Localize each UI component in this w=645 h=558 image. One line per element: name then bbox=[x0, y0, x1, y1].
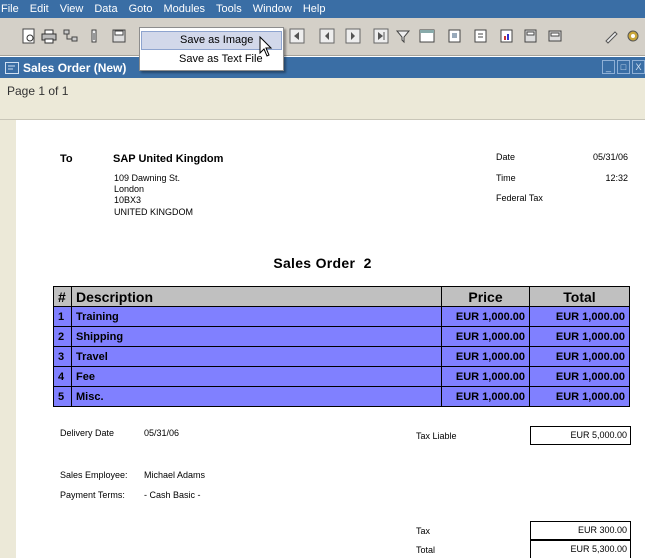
row-price: EUR 1,000.00 bbox=[441, 366, 530, 387]
date-value: 05/31/06 bbox=[592, 152, 628, 162]
binoculars-icon[interactable] bbox=[86, 27, 104, 45]
page-indicator-bar: Page 1 of 1 bbox=[0, 78, 645, 120]
row-index: 4 bbox=[53, 366, 72, 387]
sales-employee-value: Michael Adams bbox=[144, 470, 206, 480]
menu-tools[interactable]: Tools bbox=[211, 0, 248, 18]
header-total: Total bbox=[529, 286, 630, 307]
tax-liable-value: EUR 5,000.00 bbox=[530, 426, 631, 445]
mouse-cursor-icon bbox=[259, 36, 273, 57]
delivery-date-value: 05/31/06 bbox=[144, 428, 180, 438]
row-index: 2 bbox=[53, 326, 72, 347]
left-gutter bbox=[0, 120, 16, 558]
next-page-icon[interactable] bbox=[344, 27, 362, 45]
header-description: Description bbox=[71, 286, 442, 307]
prev-page-icon[interactable] bbox=[318, 27, 336, 45]
save-icon[interactable] bbox=[110, 27, 128, 45]
first-page-icon[interactable] bbox=[288, 27, 306, 45]
customer-name: SAP United Kingdom bbox=[113, 153, 224, 165]
row-total: EUR 1,000.00 bbox=[529, 326, 630, 347]
address-line-3: 10BX3 bbox=[114, 195, 142, 205]
tax-label: Tax bbox=[416, 526, 431, 536]
settings-icon[interactable] bbox=[624, 27, 642, 45]
row-price: EUR 1,000.00 bbox=[441, 386, 530, 407]
chart-icon[interactable] bbox=[498, 27, 516, 45]
last-page-icon[interactable] bbox=[372, 27, 390, 45]
row-index: 1 bbox=[53, 306, 72, 327]
date-label: Date bbox=[496, 152, 516, 162]
layout-icon[interactable] bbox=[522, 27, 540, 45]
row-description: Training bbox=[71, 306, 442, 327]
menu-edit[interactable]: Edit bbox=[25, 0, 55, 18]
header-index: # bbox=[53, 286, 72, 307]
window-title: Sales Order (New) bbox=[23, 60, 127, 75]
total-label: Total bbox=[416, 545, 436, 555]
document2-icon[interactable] bbox=[472, 27, 490, 45]
table-row: 1 Training EUR 1,000.00 EUR 1,000.00 bbox=[53, 306, 630, 327]
preview-icon[interactable] bbox=[20, 27, 38, 45]
toolbar bbox=[0, 18, 645, 56]
menu-window[interactable]: Window bbox=[248, 0, 298, 18]
tax-liable-label: Tax Liable bbox=[416, 431, 457, 441]
line-items-table: # Description Price Total 1 Training EUR… bbox=[53, 286, 630, 407]
delivery-date-label: Delivery Date bbox=[60, 428, 115, 438]
row-total: EUR 1,000.00 bbox=[529, 386, 630, 407]
window-icon bbox=[5, 61, 19, 74]
table-header-row: # Description Price Total bbox=[53, 286, 630, 307]
payment-terms-label: Payment Terms: bbox=[60, 490, 125, 500]
document-icon[interactable] bbox=[446, 27, 464, 45]
address-line-4: UNITED KINGDOM bbox=[114, 207, 194, 217]
layout2-icon[interactable] bbox=[546, 27, 564, 45]
row-index: 5 bbox=[53, 386, 72, 407]
table-row: 5 Misc. EUR 1,000.00 EUR 1,000.00 bbox=[53, 386, 630, 407]
row-price: EUR 1,000.00 bbox=[441, 306, 530, 327]
close-button[interactable]: X bbox=[632, 60, 645, 74]
document-title: Sales Order 2 bbox=[273, 255, 372, 271]
table-row: 2 Shipping EUR 1,000.00 EUR 1,000.00 bbox=[53, 326, 630, 347]
edit-icon[interactable] bbox=[602, 27, 620, 45]
total-value: EUR 5,300.00 bbox=[530, 540, 631, 558]
row-price: EUR 1,000.00 bbox=[441, 346, 530, 367]
maximize-button[interactable]: □ bbox=[617, 60, 630, 74]
window-title-bar: Sales Order (New) _ □ X bbox=[0, 57, 645, 78]
payment-terms-value: - Cash Basic - bbox=[144, 490, 201, 500]
row-price: EUR 1,000.00 bbox=[441, 326, 530, 347]
header-price: Price bbox=[441, 286, 530, 307]
federal-tax-label: Federal Tax bbox=[496, 193, 543, 203]
menu-bar: File Edit View Data Goto Modules Tools W… bbox=[0, 0, 645, 18]
to-label: To bbox=[60, 153, 73, 165]
row-description: Fee bbox=[71, 366, 442, 387]
time-label: Time bbox=[496, 173, 516, 183]
row-description: Travel bbox=[71, 346, 442, 367]
menu-help[interactable]: Help bbox=[298, 0, 332, 18]
tree-icon[interactable] bbox=[62, 27, 80, 45]
table-row: 3 Travel EUR 1,000.00 EUR 1,000.00 bbox=[53, 346, 630, 367]
row-description: Misc. bbox=[71, 386, 442, 407]
row-total: EUR 1,000.00 bbox=[529, 346, 630, 367]
menu-modules[interactable]: Modules bbox=[158, 0, 211, 18]
menu-view[interactable]: View bbox=[55, 0, 90, 18]
table-row: 4 Fee EUR 1,000.00 EUR 1,000.00 bbox=[53, 366, 630, 387]
calendar-icon[interactable] bbox=[418, 27, 436, 45]
menu-goto[interactable]: Goto bbox=[124, 0, 159, 18]
menu-file[interactable]: File bbox=[0, 0, 25, 18]
time-value: 12:32 bbox=[605, 173, 628, 183]
row-total: EUR 1,000.00 bbox=[529, 306, 630, 327]
address-line-1: 109 Dawning St. bbox=[114, 173, 181, 183]
address-line-2: London bbox=[114, 184, 145, 194]
print-icon[interactable] bbox=[40, 27, 58, 45]
minimize-button[interactable]: _ bbox=[602, 60, 615, 74]
row-index: 3 bbox=[53, 346, 72, 367]
menu-data[interactable]: Data bbox=[89, 0, 123, 18]
page-indicator: Page 1 of 1 bbox=[7, 84, 69, 98]
row-description: Shipping bbox=[71, 326, 442, 347]
filter-icon[interactable] bbox=[394, 27, 412, 45]
sales-employee-label: Sales Employee: bbox=[60, 470, 128, 480]
tax-value: EUR 300.00 bbox=[530, 521, 631, 540]
row-total: EUR 1,000.00 bbox=[529, 366, 630, 387]
